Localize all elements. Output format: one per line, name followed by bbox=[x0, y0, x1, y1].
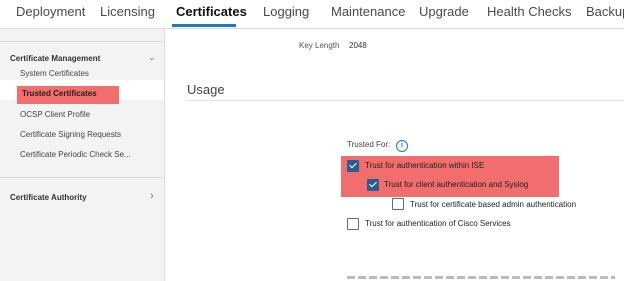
sidebar-item-system-certificates[interactable]: System Certificates bbox=[20, 69, 89, 78]
sidebar-section-certificate-management[interactable]: Certificate Management bbox=[10, 54, 100, 63]
tab-upgrade[interactable]: Upgrade bbox=[419, 4, 469, 19]
trust-ise-auth-label: Trust for authentication within ISE bbox=[365, 161, 485, 170]
chevron-down-icon[interactable]: ⌄ bbox=[148, 52, 156, 63]
tab-health-checks[interactable]: Health Checks bbox=[487, 4, 572, 19]
sidebar-divider bbox=[0, 41, 164, 42]
trust-client-syslog-label: Trust for client authentication and Sysl… bbox=[384, 180, 529, 189]
trust-cisco-services-checkbox[interactable] bbox=[347, 218, 359, 230]
top-nav: Deployment Licensing Certificates Loggin… bbox=[0, 0, 624, 29]
sidebar-item-ocsp-client-profile[interactable]: OCSP Client Profile bbox=[20, 110, 90, 119]
key-length-label: Key Length bbox=[299, 41, 340, 50]
trust-cisco-services-label: Trust for authentication of Cisco Servic… bbox=[365, 219, 511, 228]
tab-licensing[interactable]: Licensing bbox=[100, 4, 155, 19]
trust-ise-auth-checkbox[interactable] bbox=[347, 160, 359, 172]
sidebar-item-certificate-periodic-check[interactable]: Certificate Periodic Check Se... bbox=[20, 150, 131, 159]
active-tab-indicator bbox=[172, 24, 236, 27]
section-divider bbox=[187, 100, 624, 101]
tab-deployment[interactable]: Deployment bbox=[16, 4, 85, 19]
sidebar: Certificate Management ⌄ System Certific… bbox=[0, 29, 165, 281]
tab-certificates[interactable]: Certificates bbox=[176, 4, 247, 19]
sidebar-item-certificate-signing-requests[interactable]: Certificate Signing Requests bbox=[20, 130, 121, 139]
tab-logging[interactable]: Logging bbox=[263, 4, 309, 19]
sidebar-section-certificate-authority[interactable]: Certificate Authority bbox=[10, 193, 87, 202]
tab-maintenance[interactable]: Maintenance bbox=[331, 4, 405, 19]
key-length-value: 2048 bbox=[349, 41, 367, 50]
tab-backup[interactable]: Backup bbox=[586, 4, 624, 19]
trust-admin-auth-label: Trust for certificate based admin authen… bbox=[410, 200, 577, 209]
trust-client-syslog-checkbox[interactable] bbox=[367, 179, 379, 191]
sidebar-divider bbox=[0, 177, 164, 178]
cut-off-text-line bbox=[347, 276, 615, 279]
trust-admin-auth-checkbox[interactable] bbox=[392, 198, 404, 210]
trusted-for-label: Trusted For: bbox=[347, 140, 391, 149]
sidebar-item-trusted-certificates[interactable]: Trusted Certificates bbox=[22, 89, 97, 98]
usage-section-title: Usage bbox=[187, 82, 225, 97]
info-icon[interactable]: i bbox=[396, 140, 408, 152]
chevron-right-icon[interactable]: › bbox=[150, 190, 154, 202]
